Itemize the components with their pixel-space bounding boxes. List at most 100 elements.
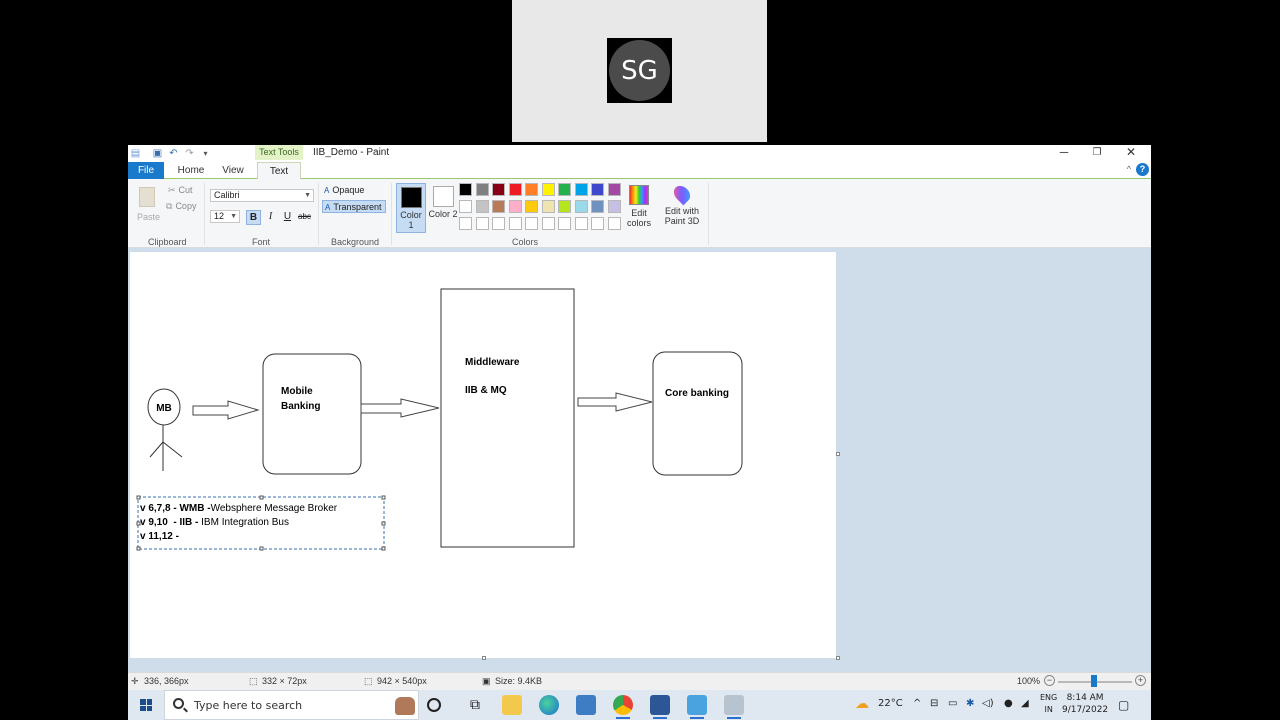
palette-swatch[interactable]	[525, 183, 538, 196]
network-icon[interactable]: ⊟	[930, 698, 938, 709]
copy-button[interactable]: ⧉ Copy	[166, 201, 196, 212]
paint3d-icon	[670, 182, 694, 206]
palette-swatch[interactable]	[492, 183, 505, 196]
battery-icon[interactable]: ▭	[948, 698, 957, 709]
palette-swatch[interactable]	[525, 217, 538, 230]
palette-swatch[interactable]	[541, 183, 555, 196]
opaque-button[interactable]: A Opaque	[322, 184, 367, 197]
palette-swatch[interactable]	[591, 183, 604, 196]
palette-swatch[interactable]	[459, 200, 472, 213]
undo-icon[interactable]: ↶	[168, 148, 179, 159]
zoom-out-button[interactable]: −	[1044, 675, 1055, 686]
font-group-label: Font	[252, 237, 271, 247]
tab-home[interactable]: Home	[174, 162, 208, 179]
palette-swatch[interactable]	[459, 183, 472, 196]
microphone-icon[interactable]: ●	[1004, 698, 1013, 709]
input-language[interactable]: ENG IN	[1040, 692, 1057, 716]
opaque-label: Opaque	[332, 185, 365, 195]
palette-swatch[interactable]	[558, 200, 571, 213]
paint-taskbar-icon[interactable]	[687, 695, 707, 719]
canvas-resize-handle-right[interactable]	[836, 452, 840, 456]
snipping-tool-icon[interactable]	[724, 695, 744, 719]
chrome-icon[interactable]	[613, 695, 633, 719]
tab-view[interactable]: View	[216, 162, 250, 179]
webex-icon[interactable]	[650, 695, 670, 719]
bold-button[interactable]: B	[246, 210, 261, 225]
font-family-select[interactable]: Calibri ▼	[210, 189, 314, 202]
palette-swatch[interactable]	[591, 200, 604, 213]
close-button[interactable]: ✕	[1116, 145, 1146, 162]
bluetooth-icon[interactable]: ✱	[966, 698, 974, 709]
canvas-resize-handle-corner[interactable]	[836, 656, 840, 660]
customize-quick-access-icon[interactable]: ▾	[200, 148, 211, 159]
palette-swatch[interactable]	[475, 183, 489, 196]
zoom-in-button[interactable]: +	[1135, 675, 1146, 686]
edit-paint3d-button[interactable]: Edit with Paint 3D	[662, 182, 702, 226]
note-line-2: v 9,10 - IIB - IBM Integration Bus	[140, 517, 289, 528]
font-size-select[interactable]: 12 ▼	[210, 210, 240, 223]
palette-swatch[interactable]	[459, 217, 472, 230]
show-hidden-icons-icon[interactable]: ^	[913, 698, 921, 709]
weather-icon[interactable]: ☁	[855, 696, 869, 712]
palette-swatch[interactable]	[508, 200, 522, 213]
window-title: IIB_Demo - Paint	[313, 147, 390, 158]
palette-swatch[interactable]	[607, 217, 621, 230]
color1-button[interactable]: Color 1	[396, 183, 426, 233]
core-banking-label: Core banking	[665, 388, 729, 399]
tab-file[interactable]: File	[128, 162, 164, 179]
palette-swatch[interactable]	[574, 183, 588, 196]
system-clock[interactable]: 8:14 AM 9/17/2022	[1062, 692, 1108, 716]
minimize-button[interactable]: ─	[1049, 145, 1079, 162]
color2-button[interactable]: Color 2	[428, 183, 458, 233]
photos-icon[interactable]	[576, 695, 596, 715]
palette-swatch[interactable]	[541, 200, 555, 213]
file-explorer-icon[interactable]	[502, 695, 522, 715]
palette-swatch[interactable]	[558, 183, 571, 196]
palette-swatch[interactable]	[508, 183, 522, 196]
collapse-ribbon-icon[interactable]: ^	[1127, 164, 1131, 174]
palette-swatch[interactable]	[574, 200, 588, 213]
palette-swatch[interactable]	[525, 200, 538, 213]
italic-button[interactable]: I	[263, 210, 278, 225]
save-icon[interactable]: ▣	[152, 148, 163, 159]
palette-swatch[interactable]	[607, 183, 621, 196]
note-line-1: v 6,7,8 - WMB -Websphere Message Broker	[140, 503, 338, 514]
wifi-icon[interactable]: ◢	[1021, 698, 1029, 709]
palette-swatch[interactable]	[591, 217, 604, 230]
paste-button[interactable]: Paste	[137, 212, 160, 222]
edit-colors-button[interactable]: Edit colors	[625, 185, 653, 228]
drawing-canvas[interactable]: MB Mobile Banking Middleware IIB & MQ Co…	[130, 252, 836, 658]
zoom-slider-thumb[interactable]	[1091, 675, 1097, 687]
redo-icon[interactable]: ↷	[184, 148, 195, 159]
canvas-size: 942 × 540px	[377, 676, 427, 686]
transparent-button[interactable]: A Transparent	[322, 200, 386, 213]
palette-swatch[interactable]	[574, 217, 588, 230]
ribbon: Paste ✂ Cut ⧉ Copy Clipboard Calibri ▼ 12 ▼ …	[128, 179, 1151, 248]
palette-swatch[interactable]	[558, 217, 571, 230]
palette-swatch[interactable]	[492, 200, 505, 213]
ribbon-divider	[204, 183, 205, 245]
restore-button[interactable]: ❐	[1082, 145, 1112, 162]
volume-icon[interactable]: ◁)	[982, 698, 994, 709]
strikethrough-button[interactable]: abc	[297, 210, 312, 225]
start-button[interactable]	[128, 690, 164, 720]
palette-swatch[interactable]	[492, 217, 505, 230]
palette-swatch[interactable]	[508, 217, 522, 230]
cortana-icon[interactable]	[427, 698, 441, 712]
palette-swatch[interactable]	[475, 200, 489, 213]
task-view-icon[interactable]: ⧉	[465, 695, 485, 715]
ribbon-divider	[318, 183, 319, 245]
tab-text[interactable]: Text	[257, 162, 301, 179]
paste-icon[interactable]	[139, 187, 155, 207]
notifications-icon[interactable]: ▢	[1118, 698, 1129, 712]
underline-button[interactable]: U	[280, 210, 295, 225]
palette-swatch[interactable]	[541, 217, 555, 230]
palette-swatch[interactable]	[607, 200, 621, 213]
palette-swatch[interactable]	[475, 217, 489, 230]
canvas-resize-handle-bottom[interactable]	[482, 656, 486, 660]
taskbar-search[interactable]: Type here to search	[164, 690, 419, 720]
edge-icon[interactable]	[539, 695, 559, 715]
cut-button[interactable]: ✂ Cut	[168, 185, 193, 196]
weather-temp[interactable]: 22°C	[878, 698, 903, 709]
help-icon[interactable]: ?	[1136, 163, 1149, 176]
